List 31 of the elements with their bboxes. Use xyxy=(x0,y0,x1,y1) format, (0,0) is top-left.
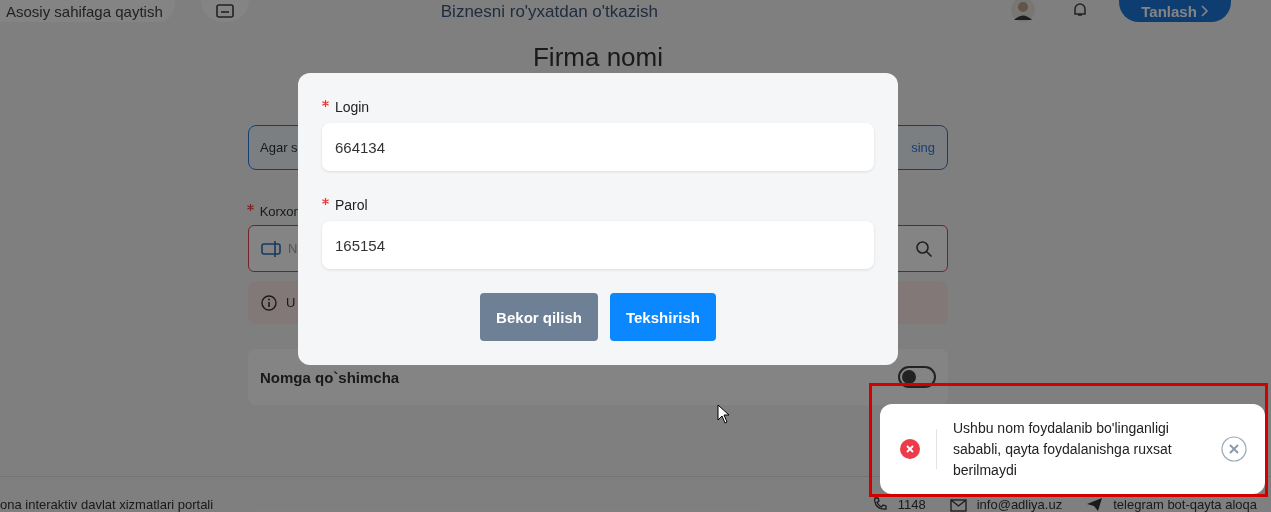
search-icon[interactable] xyxy=(915,239,933,258)
text-field-icon xyxy=(261,239,283,258)
notice-text: Agar s xyxy=(260,140,298,155)
suffix-label: Nomga qo`shimcha xyxy=(260,368,401,386)
send-icon xyxy=(1086,497,1104,512)
phone-icon xyxy=(871,496,888,512)
toast-message: Ushbu nom foydalanib bo'linganligi sababli, qayta foydalanishga ruxsat berilmaydi xyxy=(953,418,1173,480)
section-title: Firma nomi xyxy=(532,42,664,72)
page-title: Biznesni ro'yxatdan o'tkazish xyxy=(440,2,658,22)
notice-link[interactable]: sing xyxy=(911,140,935,155)
input-field[interactable]: 664134 xyxy=(322,123,874,171)
phone-number[interactable]: 1148 xyxy=(897,498,926,512)
mail-icon xyxy=(949,499,967,512)
select-button[interactable]: Tanlash xyxy=(1119,0,1231,22)
suffix-toggle[interactable] xyxy=(898,366,936,388)
info-icon xyxy=(261,294,277,311)
document-button[interactable] xyxy=(200,0,249,22)
email-link[interactable]: info@adliya.uz xyxy=(976,498,1063,512)
chevron-icon xyxy=(1201,4,1209,17)
error-text: U xyxy=(286,295,296,310)
telegram-link[interactable]: telegram bot-qayta aloqa xyxy=(1113,498,1257,512)
field-label: Parol xyxy=(334,197,368,213)
close-icon[interactable] xyxy=(1221,436,1247,462)
check-button[interactable]: Tekshirish xyxy=(609,293,716,341)
document-icon xyxy=(215,4,234,18)
input-field[interactable]: 165154 xyxy=(322,221,874,269)
error-icon xyxy=(900,439,920,459)
field-label: Login xyxy=(334,99,370,115)
back-button[interactable]: Asosiy sahifaga qaytish xyxy=(0,0,175,22)
footer-portal-text: ona interaktiv davlat xizmatlari portali xyxy=(0,498,214,512)
cancel-button[interactable]: Bekor qilish xyxy=(480,293,598,341)
